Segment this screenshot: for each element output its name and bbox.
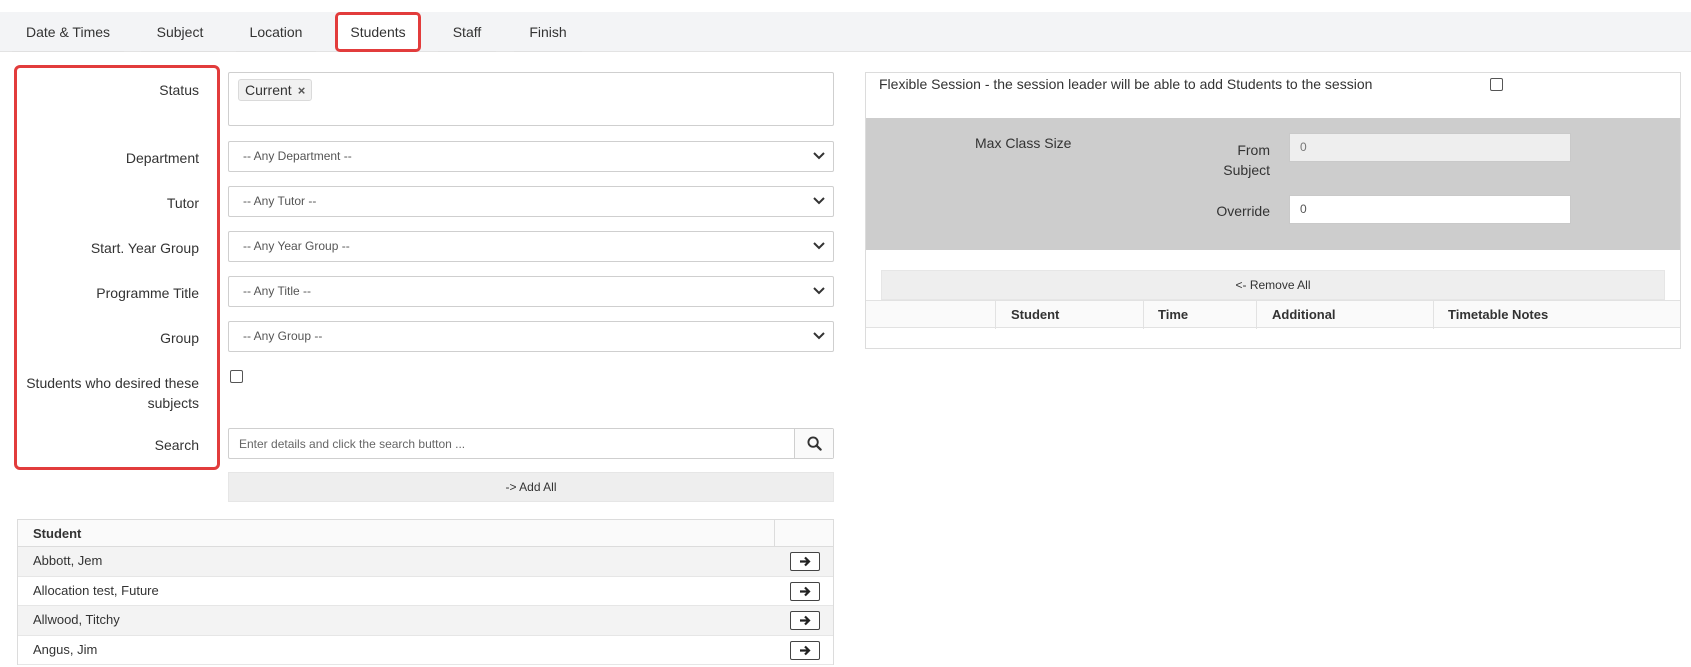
search-icon: [807, 436, 822, 451]
additional-column-header: Additional: [1272, 307, 1336, 322]
chevron-down-icon: [811, 277, 827, 306]
add-student-button[interactable]: [790, 611, 820, 630]
from-subject-field: 0: [1289, 133, 1571, 162]
column-divider: [1256, 301, 1257, 329]
student-table-header: Student: [18, 520, 833, 547]
desired-subjects-label-line2: subjects: [147, 395, 199, 411]
group-select-value: -- Any Group --: [243, 329, 323, 343]
max-class-size-label: Max Class Size: [975, 135, 1072, 151]
status-label: Status: [159, 82, 199, 98]
search-button[interactable]: [794, 429, 833, 458]
column-divider: [995, 301, 996, 329]
year-group-label: Start. Year Group: [90, 240, 199, 256]
programme-title-label: Programme Title: [96, 285, 199, 301]
timetable-notes-column-header: Timetable Notes: [1448, 307, 1549, 322]
status-chip: Current ×: [238, 79, 313, 101]
student-table: Student Abbott, Jem Allocation test, Fut…: [17, 519, 834, 665]
search-group: [228, 428, 834, 459]
group-label: Group: [160, 330, 199, 346]
session-students-header: Student Time Additional Timetable Notes: [866, 300, 1680, 329]
tab-date-times[interactable]: Date & Times: [12, 12, 124, 52]
arrow-right-icon: [800, 615, 811, 626]
from-subject-label-line2: Subject: [1223, 162, 1270, 178]
table-row: Abbott, Jem: [18, 547, 833, 577]
chip-remove-icon[interactable]: ×: [298, 83, 306, 98]
column-divider: [1433, 301, 1434, 329]
desired-subjects-label-line1: Students who desired these: [26, 375, 199, 391]
table-row: Angus, Jim: [18, 636, 833, 665]
column-divider: [774, 520, 775, 547]
tab-subject[interactable]: Subject: [141, 12, 219, 52]
search-label: Search: [154, 437, 199, 453]
from-subject-label-line1: From: [1237, 142, 1270, 158]
table-row: Allwood, Titchy: [18, 606, 833, 636]
programme-title-select[interactable]: -- Any Title --: [228, 276, 834, 307]
status-multiselect[interactable]: Current ×: [228, 72, 834, 126]
arrow-right-icon: [800, 645, 811, 655]
tab-location[interactable]: Location: [236, 12, 316, 52]
session-panel: Flexible Session - the session leader wi…: [865, 72, 1681, 349]
chevron-down-icon: [811, 232, 827, 261]
table-row: Allocation test, Future: [18, 577, 833, 606]
tab-students[interactable]: Students: [335, 12, 421, 52]
search-input[interactable]: [229, 429, 795, 458]
year-group-select-value: -- Any Year Group --: [243, 239, 350, 253]
tab-staff[interactable]: Staff: [438, 12, 496, 52]
override-field[interactable]: 0: [1289, 195, 1571, 224]
flexible-session-checkbox[interactable]: [1490, 78, 1503, 91]
add-student-button[interactable]: [790, 581, 820, 601]
student-column-header: Student: [33, 526, 82, 541]
chevron-down-icon: [811, 187, 827, 216]
student-name: Allwood, Titchy: [33, 612, 120, 627]
arrow-right-icon: [800, 586, 811, 596]
student-column-header: Student: [1011, 307, 1060, 322]
status-chip-label: Current: [245, 82, 292, 98]
remove-all-button[interactable]: <- Remove All: [881, 270, 1665, 300]
chevron-down-icon: [811, 142, 827, 171]
student-name: Abbott, Jem: [33, 553, 103, 568]
group-select[interactable]: -- Any Group --: [228, 321, 834, 352]
tutor-select-value: -- Any Tutor --: [243, 194, 317, 208]
tutor-select[interactable]: -- Any Tutor --: [228, 186, 834, 217]
override-label: Override: [1216, 203, 1270, 219]
flexible-session-label: Flexible Session - the session leader wi…: [879, 76, 1373, 92]
time-column-header: Time: [1158, 307, 1189, 322]
tab-finish[interactable]: Finish: [514, 12, 582, 52]
desired-subjects-checkbox[interactable]: [230, 370, 243, 383]
department-label: Department: [125, 150, 199, 166]
student-name: Allocation test, Future: [33, 582, 159, 598]
department-select-value: -- Any Department --: [243, 149, 352, 163]
chevron-down-icon: [811, 322, 827, 351]
column-divider: [1143, 301, 1144, 329]
student-name: Angus, Jim: [33, 641, 98, 657]
year-group-select[interactable]: -- Any Year Group --: [228, 231, 834, 262]
add-student-button[interactable]: [790, 640, 820, 660]
add-student-button[interactable]: [790, 552, 820, 571]
department-select[interactable]: -- Any Department --: [228, 141, 834, 172]
programme-title-select-value: -- Any Title --: [243, 284, 312, 298]
class-size-section: Max Class Size From Subject 0 Override 0: [866, 118, 1680, 250]
tutor-label: Tutor: [166, 195, 199, 211]
add-all-button[interactable]: -> Add All: [228, 472, 834, 502]
arrow-right-icon: [800, 556, 811, 567]
tab-bar: Date & Times Subject Location Students S…: [0, 12, 1691, 52]
